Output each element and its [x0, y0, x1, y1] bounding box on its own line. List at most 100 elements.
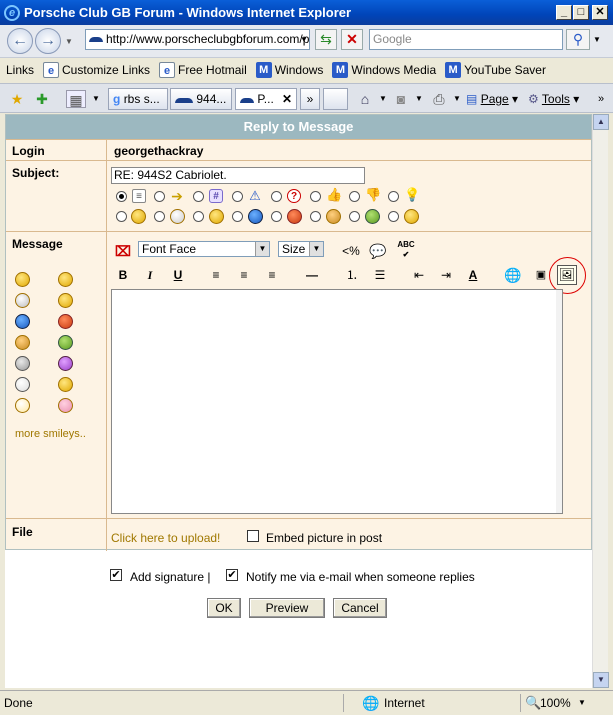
- icon-radio-5[interactable]: [271, 191, 282, 202]
- icon-radio-4[interactable]: [232, 191, 243, 202]
- home-dropdown-icon[interactable]: ▼: [378, 90, 388, 108]
- indent-icon[interactable]: ⇥: [436, 266, 456, 284]
- maximize-button[interactable]: □: [573, 5, 589, 20]
- scroll-up-icon[interactable]: ▲: [593, 114, 609, 130]
- remove-format-icon[interactable]: ⌧: [113, 242, 133, 260]
- message-editor[interactable]: [111, 289, 563, 514]
- icon-radio-16[interactable]: [388, 211, 399, 222]
- tab-porsche-active[interactable]: P... ✕: [235, 88, 297, 110]
- underline-button[interactable]: U: [168, 266, 188, 284]
- icon-radio-10[interactable]: [154, 211, 165, 222]
- icon-radio-14[interactable]: [310, 211, 321, 222]
- close-window-button[interactable]: ✕: [592, 5, 608, 20]
- spell-check-icon[interactable]: ABC ✔: [396, 240, 416, 259]
- link-youtube-saver[interactable]: M YouTube Saver: [445, 62, 546, 78]
- favorites-star-icon[interactable]: ★: [8, 90, 26, 108]
- align-right-icon[interactable]: ≡: [262, 266, 282, 284]
- address-input[interactable]: http://www.porscheclubgbforum.com/p: [85, 29, 310, 50]
- search-input[interactable]: Google: [369, 29, 563, 50]
- link-windows-media[interactable]: M Windows Media: [332, 62, 436, 78]
- tab-list-dropdown-icon[interactable]: ▼: [90, 90, 102, 108]
- history-dropdown-icon[interactable]: ▼: [65, 37, 73, 46]
- icon-radio-3[interactable]: [193, 191, 204, 202]
- smiley-shocked-icon[interactable]: [58, 377, 73, 392]
- smiley-cool-icon[interactable]: [15, 293, 30, 308]
- toolbar-overflow-icon[interactable]: »: [594, 90, 608, 108]
- ok-button[interactable]: OK: [207, 598, 241, 618]
- scroll-down-icon[interactable]: ▼: [593, 672, 609, 688]
- icon-radio-9[interactable]: [116, 211, 127, 222]
- smiley-smile-icon[interactable]: [15, 272, 30, 287]
- horizontal-rule-icon[interactable]: —: [302, 266, 322, 284]
- icon-radio-15[interactable]: [349, 211, 360, 222]
- smiley-purple-icon[interactable]: [58, 356, 73, 371]
- insert-table-icon[interactable]: ▣: [531, 266, 551, 284]
- link-free-hotmail[interactable]: e Free Hotmail: [159, 62, 247, 78]
- add-signature-checkbox[interactable]: ✔: [110, 569, 122, 581]
- minimize-button[interactable]: _: [556, 5, 572, 20]
- icon-radio-13[interactable]: [271, 211, 282, 222]
- icon-radio-7[interactable]: [349, 191, 360, 202]
- smiley-grin-icon[interactable]: [58, 272, 73, 287]
- icon-radio-6[interactable]: [310, 191, 321, 202]
- align-center-icon[interactable]: ≡: [234, 266, 254, 284]
- subject-input[interactable]: RE: 944S2 Cabriolet.: [111, 167, 365, 184]
- icon-radio-2[interactable]: [154, 191, 165, 202]
- bold-button[interactable]: B: [113, 266, 133, 284]
- icon-radio-11[interactable]: [193, 211, 204, 222]
- smiley-grey-icon[interactable]: [15, 356, 30, 371]
- outdent-icon[interactable]: ⇤: [409, 266, 429, 284]
- insert-link-globe-icon[interactable]: 🌐: [503, 266, 523, 284]
- notify-checkbox[interactable]: ✔: [226, 569, 238, 581]
- numbered-list-icon[interactable]: ⒈: [342, 266, 362, 284]
- link-windows[interactable]: M Windows: [255, 62, 323, 78]
- text-color-icon[interactable]: A: [463, 266, 483, 284]
- smiley-eyes-icon[interactable]: [15, 398, 30, 413]
- search-options-icon[interactable]: ▼: [593, 35, 601, 44]
- add-favorite-icon[interactable]: ✚: [33, 90, 51, 108]
- smiley-wink-icon[interactable]: [58, 293, 73, 308]
- zoom-magnifier-icon[interactable]: 🔍: [525, 694, 541, 712]
- font-face-select[interactable]: Font Face ▼: [138, 241, 270, 257]
- icon-radio-8[interactable]: [388, 191, 399, 202]
- italic-button[interactable]: I: [140, 266, 160, 284]
- zoom-level[interactable]: 100%: [540, 694, 571, 712]
- vertical-scrollbar[interactable]: ▲ ▼: [592, 114, 609, 688]
- feeds-dropdown-icon[interactable]: ▼: [414, 90, 424, 108]
- page-menu[interactable]: ▤ Page ▾: [466, 90, 536, 108]
- icon-radio-12[interactable]: [232, 211, 243, 222]
- search-button[interactable]: ⚲: [566, 29, 590, 50]
- new-tab-button[interactable]: [323, 88, 348, 110]
- preview-button[interactable]: Preview: [249, 598, 325, 618]
- tab-944[interactable]: 944...: [170, 88, 232, 110]
- tools-menu[interactable]: ⚙ Tools ▾: [528, 90, 590, 108]
- stop-button[interactable]: ✕: [341, 29, 363, 50]
- font-size-select[interactable]: Size ▼: [278, 241, 324, 257]
- more-smileys-link[interactable]: more smileys..: [15, 428, 86, 440]
- upload-link[interactable]: Click here to upload!: [111, 531, 220, 545]
- smiley-sad-icon[interactable]: [15, 314, 30, 329]
- smiley-skull-icon[interactable]: [15, 377, 30, 392]
- forward-button[interactable]: →: [35, 28, 61, 54]
- html-code-icon[interactable]: <%: [341, 242, 361, 260]
- print-dropdown-icon[interactable]: ▼: [452, 90, 462, 108]
- cancel-button[interactable]: Cancel: [333, 598, 387, 618]
- quote-bubble-icon[interactable]: 💬: [368, 242, 388, 260]
- close-tab-icon[interactable]: ✕: [282, 89, 292, 109]
- print-icon[interactable]: ⎙: [430, 90, 448, 108]
- smiley-angry-icon[interactable]: [58, 314, 73, 329]
- zoom-dropdown-icon[interactable]: ▼: [578, 694, 586, 712]
- smiley-sick-icon[interactable]: [58, 335, 73, 350]
- icon-radio-1[interactable]: [116, 191, 127, 202]
- quick-tabs-icon[interactable]: ▦: [66, 90, 86, 108]
- address-dropdown-icon[interactable]: ▼: [300, 35, 308, 44]
- refresh-button[interactable]: ⇆: [315, 29, 337, 50]
- smiley-tongue-icon[interactable]: [58, 398, 73, 413]
- back-button[interactable]: ←: [7, 28, 33, 54]
- link-customize-links[interactable]: e Customize Links: [43, 62, 150, 78]
- home-icon[interactable]: ⌂: [356, 90, 374, 108]
- tab-rbs[interactable]: g rbs s...: [108, 88, 168, 110]
- embed-picture-checkbox[interactable]: [247, 530, 259, 542]
- align-left-icon[interactable]: ≡: [206, 266, 226, 284]
- feeds-icon[interactable]: ◙: [392, 90, 410, 108]
